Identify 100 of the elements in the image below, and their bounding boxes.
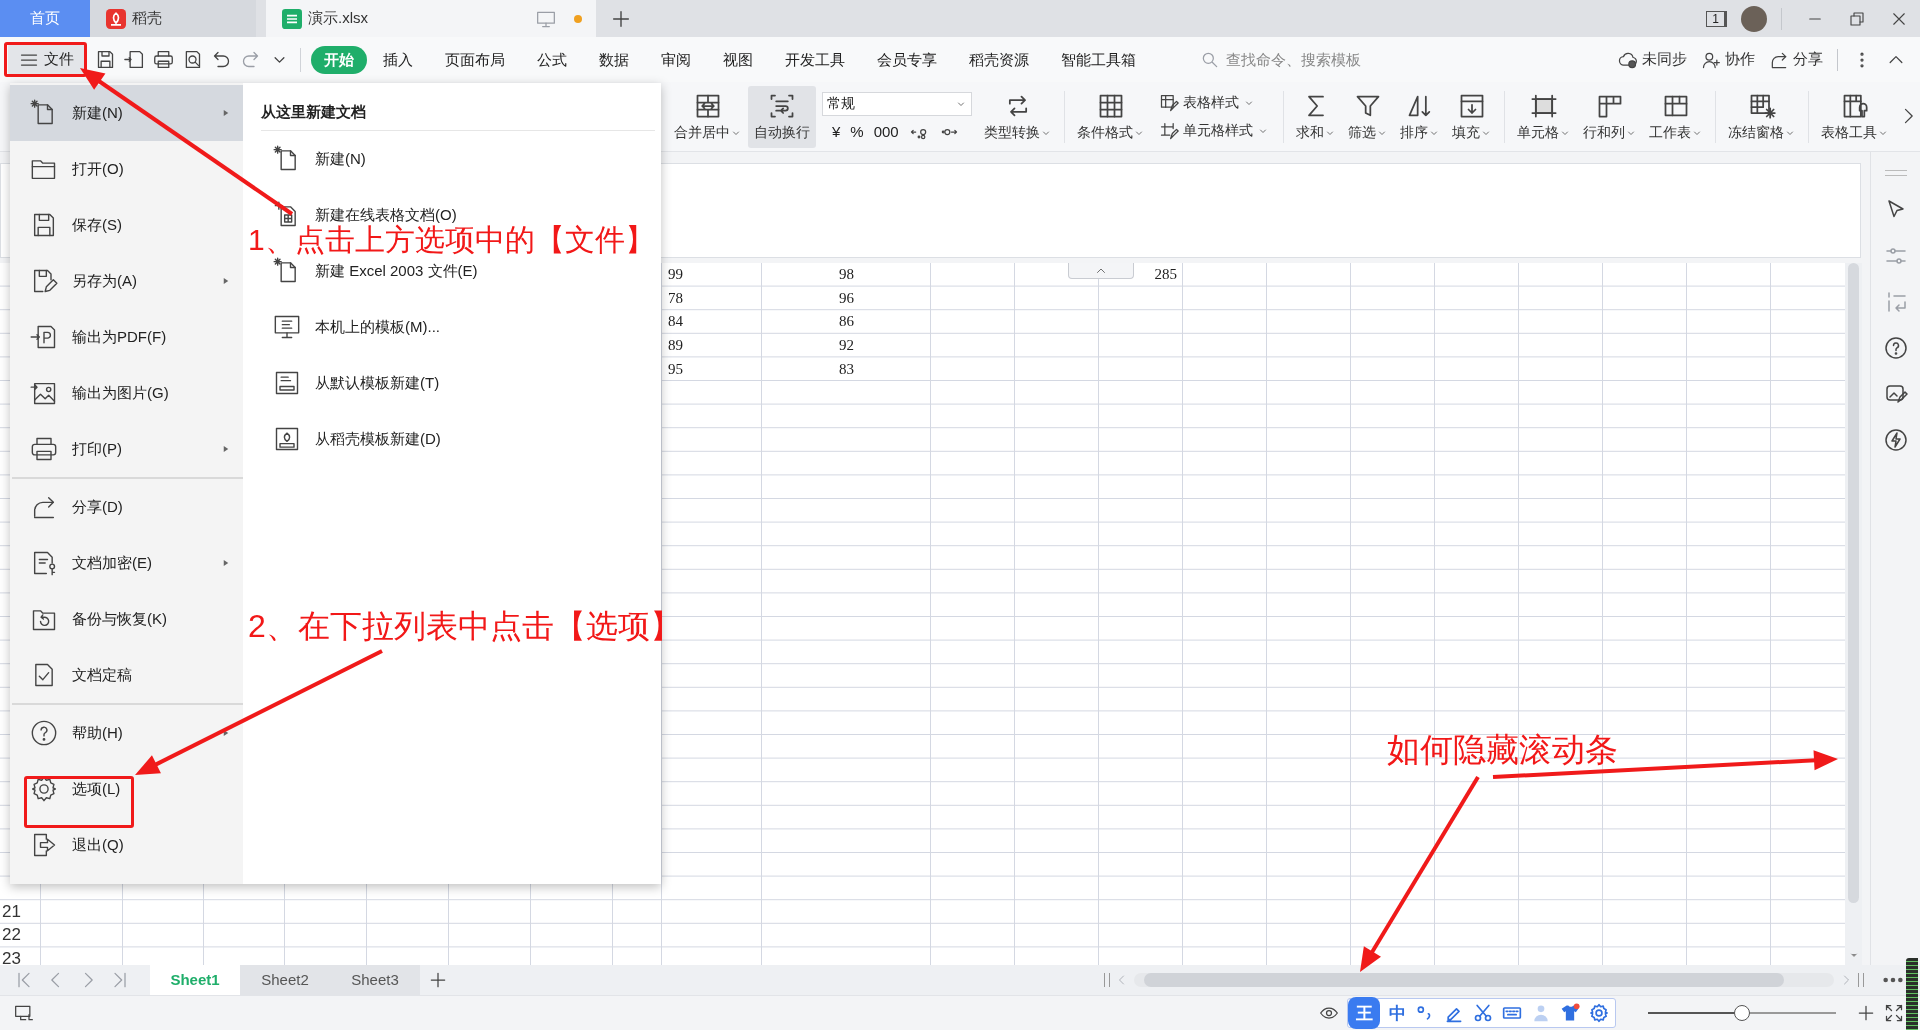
macro-icon[interactable] [14,1003,34,1023]
format-button[interactable]: % [850,123,864,140]
sheet-tab[interactable]: Sheet3 [330,965,420,995]
settings-icon[interactable] [1589,1003,1609,1023]
ribbon-tab[interactable]: 开发工具 [769,45,861,74]
input-mode-button[interactable]: 中 [1389,1001,1406,1025]
spreadsheet-logo-icon [282,8,302,29]
zoom-slider-thumb[interactable] [1734,1005,1750,1021]
sheet-tab[interactable]: Sheet2 [240,965,330,995]
table-cell: 84 [668,313,683,331]
export-pdf-icon [30,323,58,351]
menu-item[interactable]: 输出为图片(G) [10,365,243,421]
ribbon-button[interactable]: 条件格式 [1071,85,1151,148]
menu-item[interactable]: 本机上的模板(M)... [261,314,655,340]
number-format-dropdown[interactable]: 常规 [822,91,972,116]
menu-item[interactable]: 新建 Excel 2003 文件(E) [261,258,655,284]
lightning-icon[interactable] [1883,428,1908,452]
toolbar-button[interactable]: 协作 [1701,49,1755,70]
format-button[interactable]: ¥ [832,123,841,140]
undo-icon[interactable] [211,49,232,70]
ribbon-tab[interactable]: 公式 [521,45,583,74]
ribbon-button[interactable]: 筛选 [1342,85,1394,148]
menu-item[interactable]: 从稻壳模板新建(D) [261,426,655,452]
window-count-icon[interactable]: 1 [1706,10,1727,27]
ribbon-tab[interactable]: 数据 [583,45,645,74]
table-cell: 99 [668,266,683,284]
row-header: 22 [2,925,21,946]
help-icon [30,719,58,747]
ribbon-button[interactable]: 冻结窗格 [1722,85,1802,148]
toolbar-button[interactable]: 未同步 [1618,49,1687,70]
annotation-text: 如何隐藏滚动条 [1387,730,1618,770]
zoom-in-icon[interactable] [1856,1003,1876,1023]
panel-heading: 从这里新建文档 [261,83,655,131]
ribbon-button[interactable]: 表格样式 [1159,92,1269,113]
row-header: 23 [2,949,21,965]
ribbon-tab[interactable]: 稻壳资源 [953,45,1045,74]
table-style-icon [1159,92,1179,113]
ribbon-tab[interactable]: 智能工具箱 [1045,45,1152,74]
menu-item[interactable]: 另存为(A) [10,253,243,309]
menu-item[interactable]: 分享(D) [10,479,243,535]
submenu-arrow-icon [223,277,229,285]
ribbon-button[interactable]: 自动换行 [748,85,816,148]
scissors-icon[interactable] [1473,1003,1493,1023]
scrollbar-thumb[interactable] [1848,263,1859,903]
document-tab[interactable]: 演示.xlsx [266,0,596,37]
table-cell: 86 [839,313,854,331]
help-icon[interactable] [1883,336,1908,360]
submenu-arrow-icon [223,445,229,453]
more-icon[interactable] [1882,976,1904,984]
search-field[interactable]: 查找命令、搜索模板 [1200,49,1398,70]
menu-item[interactable]: 帮助(H) [10,705,243,761]
ribbon-button[interactable]: 类型转换 [978,85,1058,148]
menu-item[interactable]: 打开(O) [10,141,243,197]
ribbon-tab[interactable]: 视图 [707,45,769,74]
avatar[interactable] [1741,5,1767,32]
template-icon [273,425,301,453]
table-cell: 89 [668,337,683,355]
save-icon[interactable] [95,49,116,70]
menu-item[interactable]: 打印(P) [10,421,243,477]
table-cell: 83 [839,360,854,378]
ribbon-button[interactable]: 合并居中 [668,85,748,148]
document-tab[interactable]: 稻壳 [90,0,256,37]
ribbon-button[interactable]: 排序 [1394,85,1446,148]
toolbar-button[interactable]: 分享 [1769,49,1823,70]
redo-icon[interactable] [240,49,261,70]
printer-icon[interactable] [153,49,174,70]
ribbon-button[interactable]: 求和 [1290,85,1342,148]
input-method-logo[interactable]: 王 [1348,997,1380,1029]
ribbon-tab[interactable]: 审阅 [645,45,707,74]
shirt-icon[interactable] [1560,1003,1580,1023]
ribbon-button[interactable]: 填充 [1446,85,1498,148]
menu-item[interactable]: 备份与恢复(K) [10,591,243,647]
ribbon-tab[interactable]: 页面布局 [429,45,521,74]
monitor-icon [273,313,301,341]
level-meter-icon [1906,958,1918,1030]
submenu-arrow-icon [223,559,229,567]
menu-item[interactable]: 退出(Q) [10,817,243,873]
add-sheet-icon[interactable] [428,970,448,990]
app-logo-icon [106,8,126,29]
ribbon-tab[interactable]: 会员专享 [861,45,953,74]
ribbon-button[interactable]: 行和列 [1577,85,1643,148]
ribbon-tab[interactable]: 插入 [367,45,429,74]
menu-item[interactable]: 选项(L) [10,761,243,817]
ribbon-button[interactable]: 单元格样式 [1159,120,1269,141]
ribbon-button[interactable]: 工作表 [1643,85,1709,148]
fullscreen-icon[interactable] [1884,1003,1904,1023]
menu-item[interactable]: 新建(N) [10,85,243,141]
image-edit-icon[interactable] [1883,382,1908,406]
menu-item[interactable]: 保存(S) [10,197,243,253]
menu-item[interactable]: 新建(N) [261,146,655,172]
menu-item[interactable]: 文档加密(E) [10,535,243,591]
restore-icon[interactable] [1848,9,1866,28]
ribbon-button[interactable]: 表格工具 [1815,85,1895,148]
menu-item[interactable]: 从默认模板新建(T) [261,370,655,396]
export-icon[interactable] [124,49,145,70]
menu-item[interactable]: 输出为PDF(F) [10,309,243,365]
menu-item[interactable]: 文档定稿 [10,647,243,703]
ribbon-button[interactable]: 单元格 [1511,85,1577,148]
table-cell: 96 [839,289,854,307]
format-button[interactable]: 000 [873,123,899,140]
